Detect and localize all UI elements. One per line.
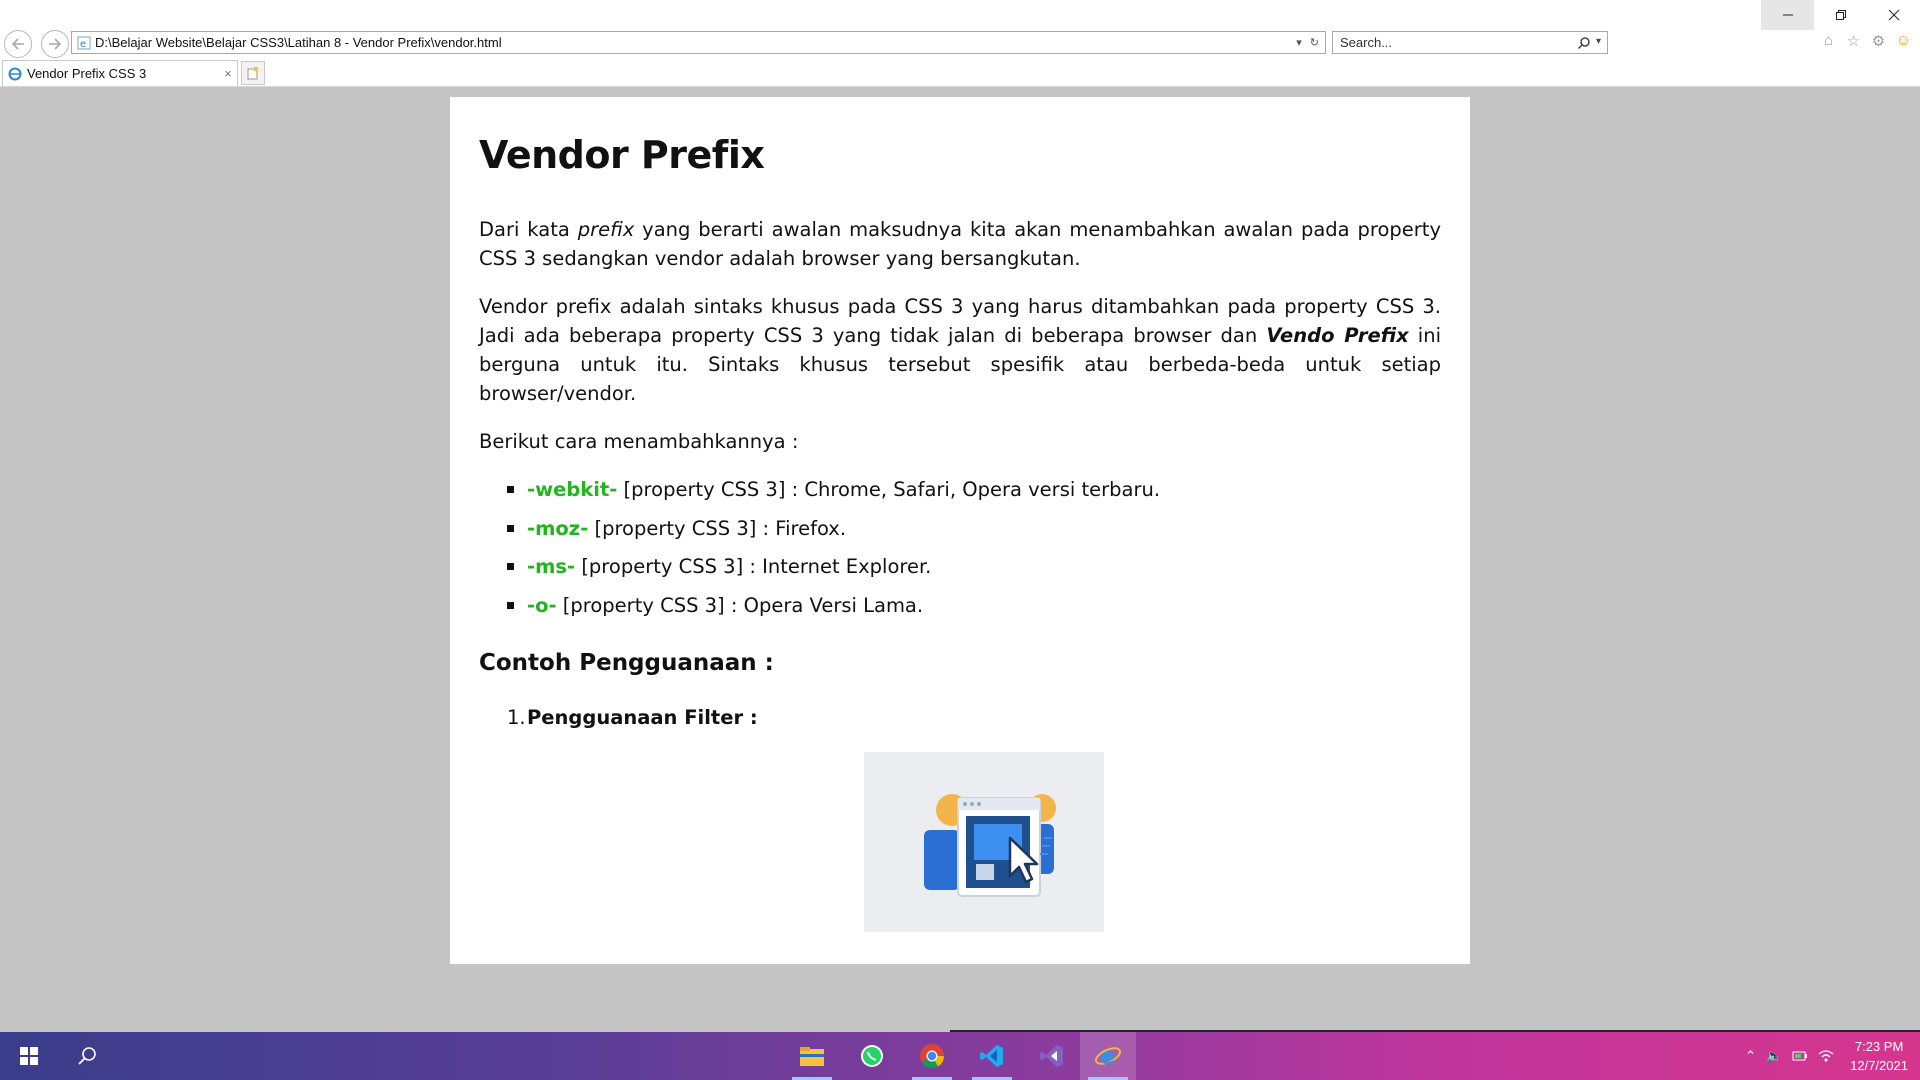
vscode-icon <box>980 1045 1003 1067</box>
list-item-text: Pengguanaan Filter : <box>527 705 758 729</box>
search-input[interactable]: Search... <box>1340 35 1577 50</box>
prefix-moz: -moz- <box>527 516 589 540</box>
taskbar-vscode[interactable] <box>964 1032 1020 1080</box>
filter-illustration-image <box>864 752 1104 932</box>
svg-text:e: e <box>80 39 86 50</box>
whatsapp-icon <box>861 1045 883 1067</box>
clock-time: 7:23 PM <box>1854 1039 1904 1054</box>
settings-gear-icon[interactable]: ⚙ <box>1870 32 1887 50</box>
clock-date: 12/7/2021 <box>1850 1058 1908 1073</box>
prefix-ms: -ms- <box>527 555 576 578</box>
list-item: -webkit- [property CSS 3] : Chrome, Safa… <box>507 475 1441 504</box>
taskbar-file-explorer[interactable] <box>784 1032 840 1080</box>
favorites-star-icon[interactable]: ☆ <box>1845 32 1862 50</box>
internet-explorer-icon: e <box>1094 1045 1122 1070</box>
ie-tab-icon <box>8 67 22 80</box>
list-number: 1. <box>507 705 526 729</box>
search-box[interactable]: Search... ▾ <box>1332 31 1608 54</box>
list-item-text: [property CSS 3] : Firefox. <box>588 516 847 540</box>
address-bar[interactable]: e D:\Belajar Website\Belajar CSS3\Latiha… <box>71 31 1326 54</box>
page-content: Vendor Prefix Dari kata prefix yang bera… <box>450 97 1470 964</box>
list-item-text: [property CSS 3] : Opera Versi Lama. <box>556 593 924 617</box>
svg-text:e: e <box>1100 1045 1115 1070</box>
system-clock[interactable]: 7:23 PM 12/7/2021 <box>1850 1037 1908 1075</box>
close-icon <box>1888 9 1899 21</box>
minimize-icon <box>1782 14 1793 16</box>
arrow-right-icon <box>49 38 62 50</box>
taskbar-whatsapp[interactable] <box>844 1032 900 1080</box>
tab-close-icon[interactable]: × <box>219 66 237 81</box>
tab-title: Vendor Prefix CSS 3 <box>27 66 147 81</box>
page-title: Vendor Prefix <box>479 133 765 177</box>
tab-vendor-prefix[interactable]: Vendor Prefix CSS 3 × <box>2 60 238 86</box>
ie-page-icon: e <box>77 36 91 50</box>
arrow-left-icon <box>11 38 24 50</box>
visual-studio-icon <box>1040 1045 1063 1067</box>
new-tab-icon <box>247 66 258 79</box>
new-tab-button[interactable] <box>241 61 265 85</box>
window-controls <box>1761 0 1920 30</box>
close-window-button[interactable] <box>1867 0 1920 30</box>
restore-button[interactable] <box>1814 0 1867 30</box>
taskbar-chrome[interactable] <box>904 1032 960 1080</box>
feedback-smiley-icon[interactable]: ☺ <box>1895 32 1912 49</box>
back-button[interactable] <box>4 30 32 58</box>
toolbar-icons: ⌂ ☆ ⚙ ☺ <box>1820 32 1912 50</box>
system-tray: ⌃ 🔈 7:23 PM 12/7/2021 <box>1745 1032 1920 1080</box>
start-button[interactable] <box>6 1032 52 1080</box>
prefix-o: -o- <box>527 593 557 617</box>
browser-chrome: e D:\Belajar Website\Belajar CSS3\Latiha… <box>0 0 1920 87</box>
para1-emphasis: prefix <box>577 218 635 241</box>
volume-icon[interactable]: 🔈 <box>1766 1048 1782 1064</box>
section-heading-example: Contoh Pengguanaan : <box>479 649 774 676</box>
home-icon[interactable]: ⌂ <box>1820 32 1837 49</box>
browser-cursor-illustration <box>924 794 1056 897</box>
restore-icon <box>1835 10 1846 20</box>
para1-text-a: Dari kata <box>479 218 578 241</box>
list-item-text: [property CSS 3] : Internet Explorer. <box>575 555 932 578</box>
para2-strong-emphasis: Vendo Prefix <box>1266 324 1409 347</box>
address-url[interactable]: D:\Belajar Website\Belajar CSS3\Latihan … <box>95 35 1296 50</box>
list-item: 1. Pengguanaan Filter : <box>507 705 1441 729</box>
search-dropdown-icon[interactable]: ▾ <box>1596 36 1601 50</box>
paragraph-vendor-prefix: Vendor prefix adalah sintaks khusus pada… <box>479 292 1441 408</box>
chrome-icon <box>920 1044 944 1069</box>
refresh-icon[interactable]: ↻ <box>1310 36 1319 49</box>
taskbar: e ⌃ 🔈 7:23 PM 12/7/2021 <box>0 1032 1920 1080</box>
windows-logo-icon <box>20 1047 38 1065</box>
paragraph-intro-list: Berikut cara menambahkannya : <box>479 430 799 453</box>
wifi-icon[interactable] <box>1818 1049 1834 1063</box>
paragraph-prefix-meaning: Dari kata prefix yang berarti awalan mak… <box>479 215 1441 273</box>
list-item: -ms- [property CSS 3] : Internet Explore… <box>507 552 1441 581</box>
list-item: -o- [property CSS 3] : Opera Versi Lama. <box>507 591 1441 620</box>
address-dropdown-icon[interactable]: ▾ <box>1296 36 1302 49</box>
folder-icon <box>800 1047 824 1066</box>
prefix-list: -webkit- [property CSS 3] : Chrome, Safa… <box>507 475 1441 620</box>
minimize-button[interactable] <box>1761 0 1814 30</box>
taskbar-search-button[interactable] <box>64 1032 110 1080</box>
chevron-up-icon[interactable]: ⌃ <box>1745 1048 1756 1064</box>
example-list: 1. Pengguanaan Filter : <box>507 705 1441 729</box>
prefix-webkit: -webkit- <box>527 478 618 501</box>
list-item-text: [property CSS 3] : Chrome, Safari, Opera… <box>617 478 1161 501</box>
search-icon <box>78 1047 96 1065</box>
taskbar-visual-studio[interactable] <box>1024 1032 1080 1080</box>
forward-button[interactable] <box>41 30 69 58</box>
taskbar-internet-explorer[interactable]: e <box>1080 1032 1136 1080</box>
battery-icon[interactable] <box>1792 1049 1808 1063</box>
search-icon[interactable] <box>1577 36 1591 50</box>
list-item: -moz- [property CSS 3] : Firefox. <box>507 514 1441 543</box>
tab-strip-divider <box>0 86 1920 87</box>
